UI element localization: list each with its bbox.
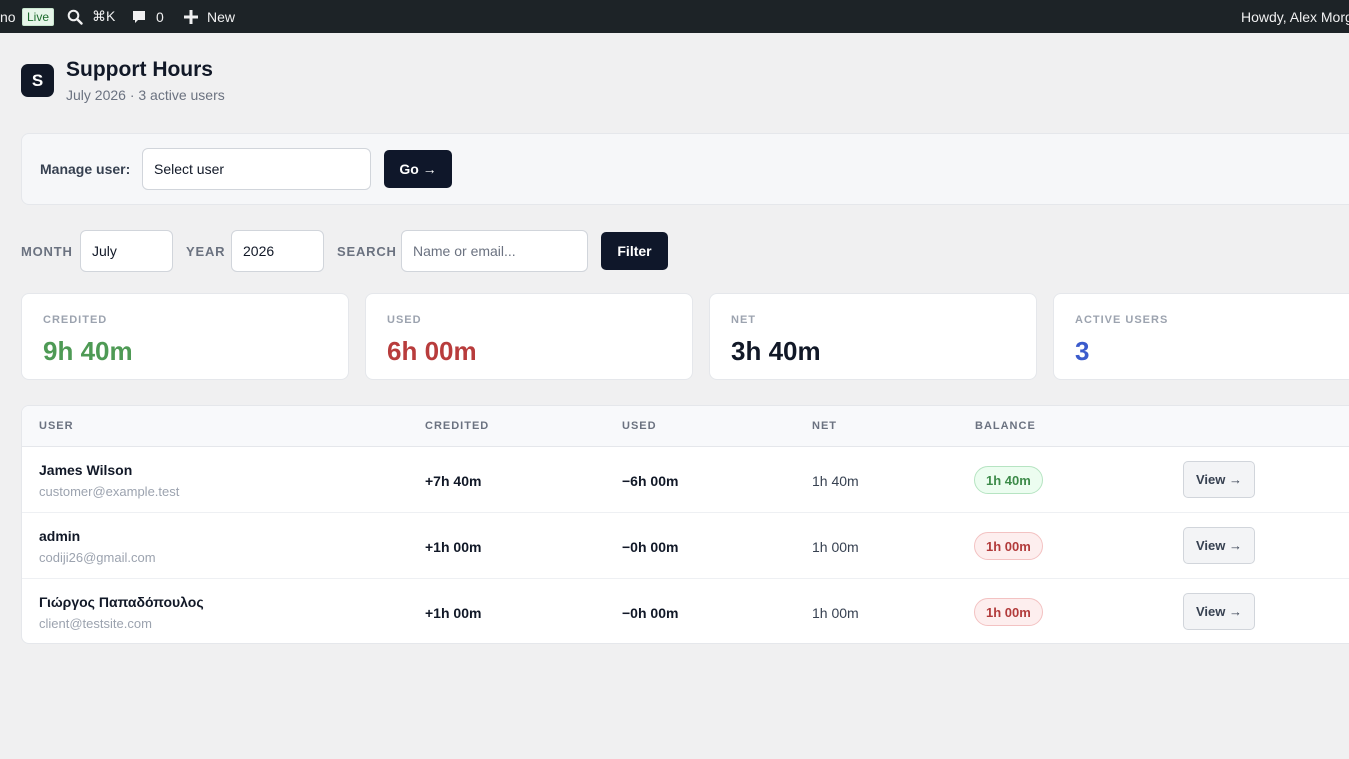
stat-label: NET [731,314,756,326]
app-logo: S [21,64,54,97]
filter-button[interactable]: Filter [601,232,668,270]
balance-badge: 1h 00m [974,532,1043,560]
month-label: MONTH [21,244,73,259]
user-email: client@testsite.com [39,616,152,631]
stat-value: 3 [1075,336,1090,366]
page-subtitle: July 2026 · 3 active users [66,87,225,103]
stat-label: USED [387,314,422,326]
stat-card-used: USED 6h 00m [365,293,693,380]
balance-badge: 1h 40m [974,466,1043,494]
stat-value: 3h 40m [731,336,821,366]
used-value: −0h 00m [622,539,679,555]
user-name: Γιώργος Παπαδόπουλος [39,594,204,610]
stat-label: CREDITED [43,314,108,326]
column-header-used: USED [622,420,657,432]
search-shortcut[interactable]: ⌘K [67,0,115,33]
table-header: USER CREDITED USED NET BALANCE [22,406,1349,447]
stat-label: ACTIVE USERS [1075,314,1169,326]
stat-card-credited: CREDITED 9h 40m [21,293,349,380]
column-header-credited: CREDITED [425,420,490,432]
go-button[interactable]: Go → [384,150,452,188]
plus-icon [184,9,198,24]
new-content-link[interactable]: New [183,0,235,33]
search-label: SEARCH [337,244,397,259]
table-row: James Wilson customer@example.test +7h 4… [22,447,1349,513]
user-name: James Wilson [39,462,133,478]
search-placeholder: Name or email... [413,243,516,259]
year-label: YEAR [186,244,226,259]
year-input[interactable]: 2026 [231,230,324,272]
stat-card-active-users: ACTIVE USERS 3 [1053,293,1349,380]
logo-letter: S [31,70,44,90]
user-greeting: Howdy, Alex Morg [1241,8,1349,25]
column-header-net: NET [812,420,837,432]
user-name: admin [39,528,81,544]
column-header-balance: BALANCE [975,420,1036,432]
stat-card-net: NET 3h 40m [709,293,1037,380]
stat-value: 6h 00m [387,336,477,366]
credited-value: +1h 00m [425,539,482,555]
credited-value: +1h 00m [425,605,482,621]
user-greeting-link[interactable]: Howdy, Alex Morg [1241,0,1349,33]
net-value: 1h 00m [812,539,859,555]
month-value: July [92,243,117,259]
comment-icon [133,10,145,23]
user-select-value: Select user [154,161,225,177]
user-select[interactable]: Select user [142,148,371,190]
site-name-text: no [0,8,16,25]
view-user-button[interactable]: View → [1183,461,1255,498]
table-row: admin codiji26@gmail.com +1h 00m −0h 00m… [22,513,1349,579]
credited-value: +7h 40m [425,473,482,489]
search-input[interactable]: Name or email... [401,230,588,272]
live-badge-wrap: Live [22,0,55,33]
user-email: codiji26@gmail.com [39,550,156,565]
view-user-button[interactable]: View → [1183,593,1255,630]
user-email: customer@example.test [39,484,180,499]
search-icon [67,9,83,25]
year-value: 2026 [243,243,275,259]
balance-badge: 1h 00m [974,598,1043,626]
comments-link[interactable]: 0 [131,0,164,33]
site-name-link[interactable]: no [0,0,16,33]
used-value: −6h 00m [622,473,679,489]
table-row: Γιώργος Παπαδόπουλος client@testsite.com… [22,579,1349,643]
comments-count: 0 [156,8,164,25]
net-value: 1h 00m [812,605,859,621]
view-user-button[interactable]: View → [1183,527,1255,564]
search-shortcut-label: ⌘K [92,8,116,24]
manage-user-label: Manage user: [40,161,131,177]
admin-bar: no Live ⌘K 0 New Howdy, Alex Morg [0,0,1349,33]
used-value: −0h 00m [622,605,679,621]
column-header-user: USER [39,420,74,432]
live-badge: Live [22,7,55,26]
new-label: New [207,8,236,25]
month-select[interactable]: July [80,230,173,272]
stat-value: 9h 40m [43,336,133,366]
page-title: Support Hours [66,58,213,81]
users-table: USER CREDITED USED NET BALANCE James Wil… [21,405,1349,644]
net-value: 1h 40m [812,473,859,489]
